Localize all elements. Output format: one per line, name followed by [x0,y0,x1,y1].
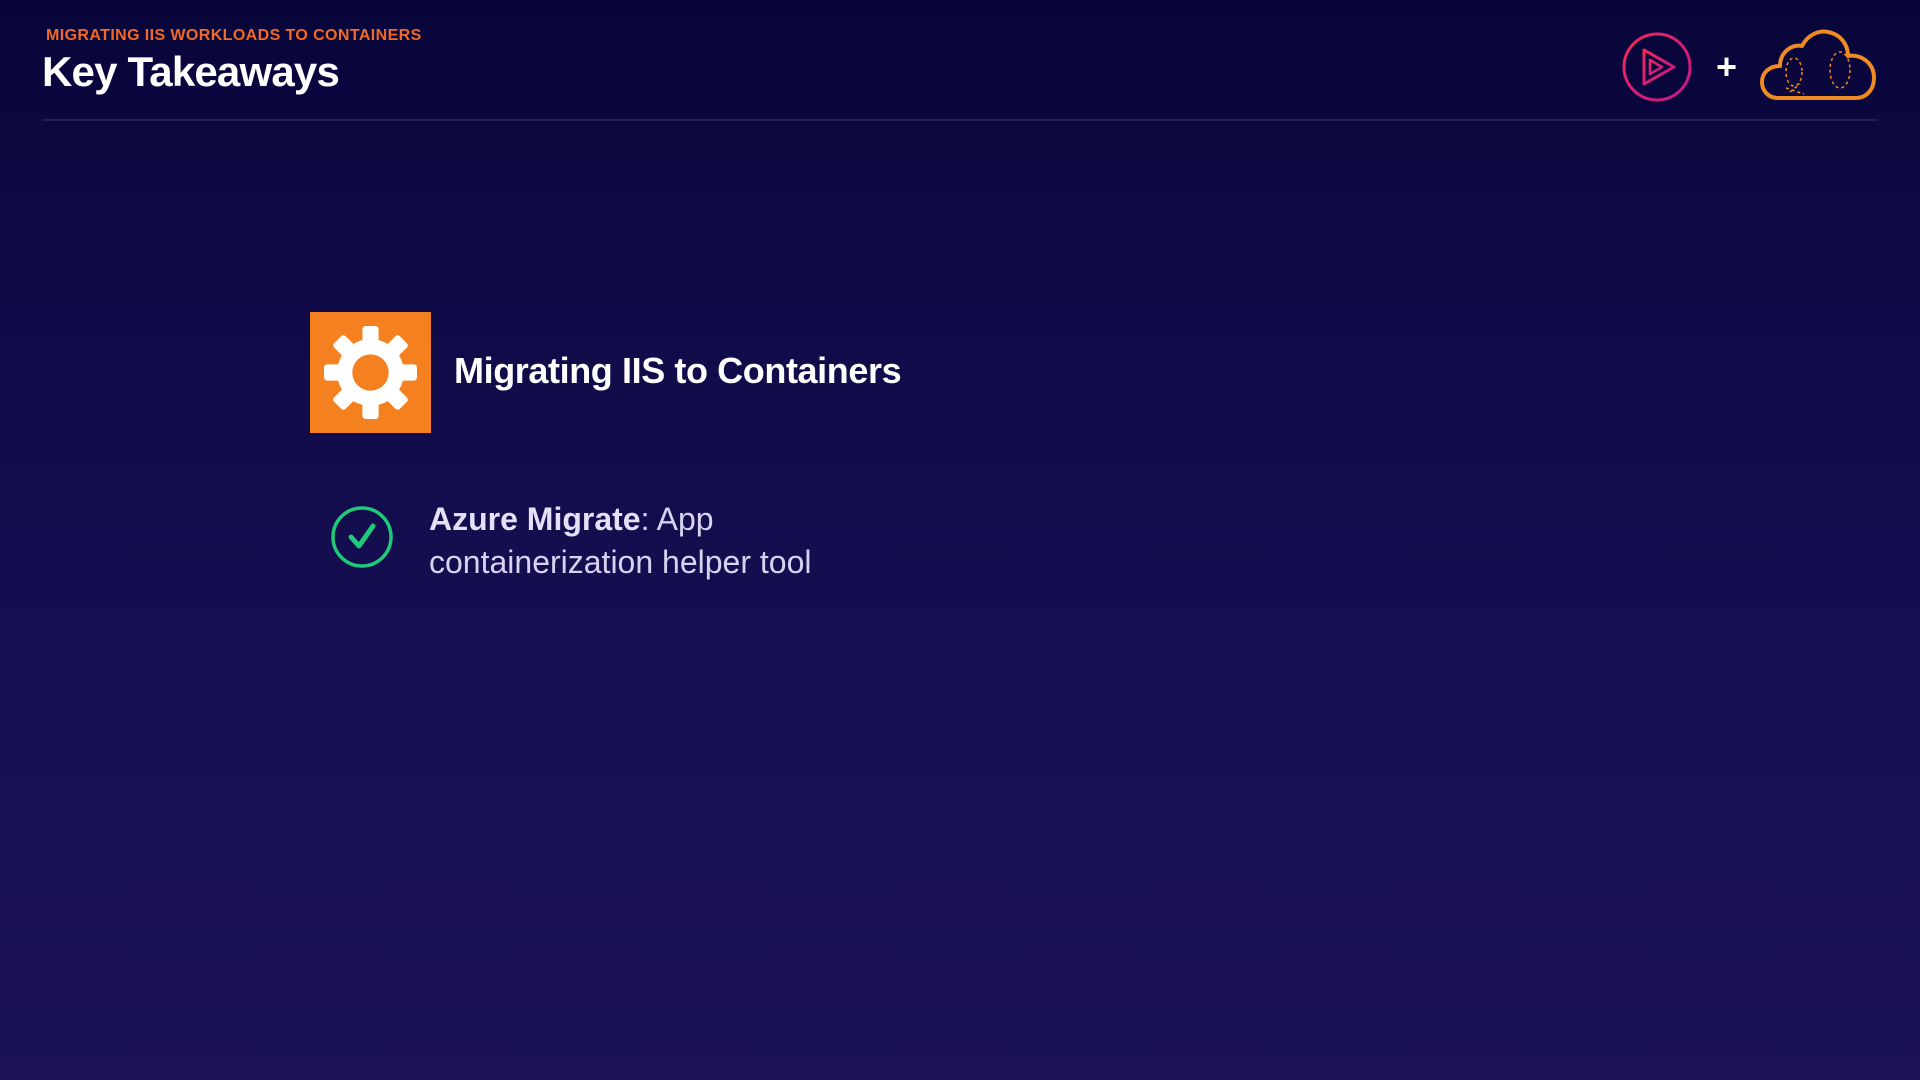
pluralsight-play-icon [1622,32,1692,102]
cloud-icon [1760,29,1876,100]
page-title: Key Takeaways [42,48,340,95]
takeaway-bold: Azure Migrate [429,501,641,537]
slide-header: MIGRATING IIS WORKLOADS TO CONTAINERS Ke… [0,0,1920,122]
eyebrow-text: MIGRATING IIS WORKLOADS TO CONTAINERS [46,27,422,44]
gear-icon-tile [310,312,431,433]
takeaway-text: Azure Migrate: App containerization help… [429,498,909,584]
header-divider [42,119,1878,121]
check-circle-icon [331,506,393,568]
section-title: Migrating IIS to Containers [454,350,902,391]
plus-symbol: + [1716,46,1738,87]
takeaway-item: Azure Migrate: App containerization help… [330,498,930,588]
section-heading: Migrating IIS to Containers [310,312,1210,434]
gear-icon [324,326,417,419]
